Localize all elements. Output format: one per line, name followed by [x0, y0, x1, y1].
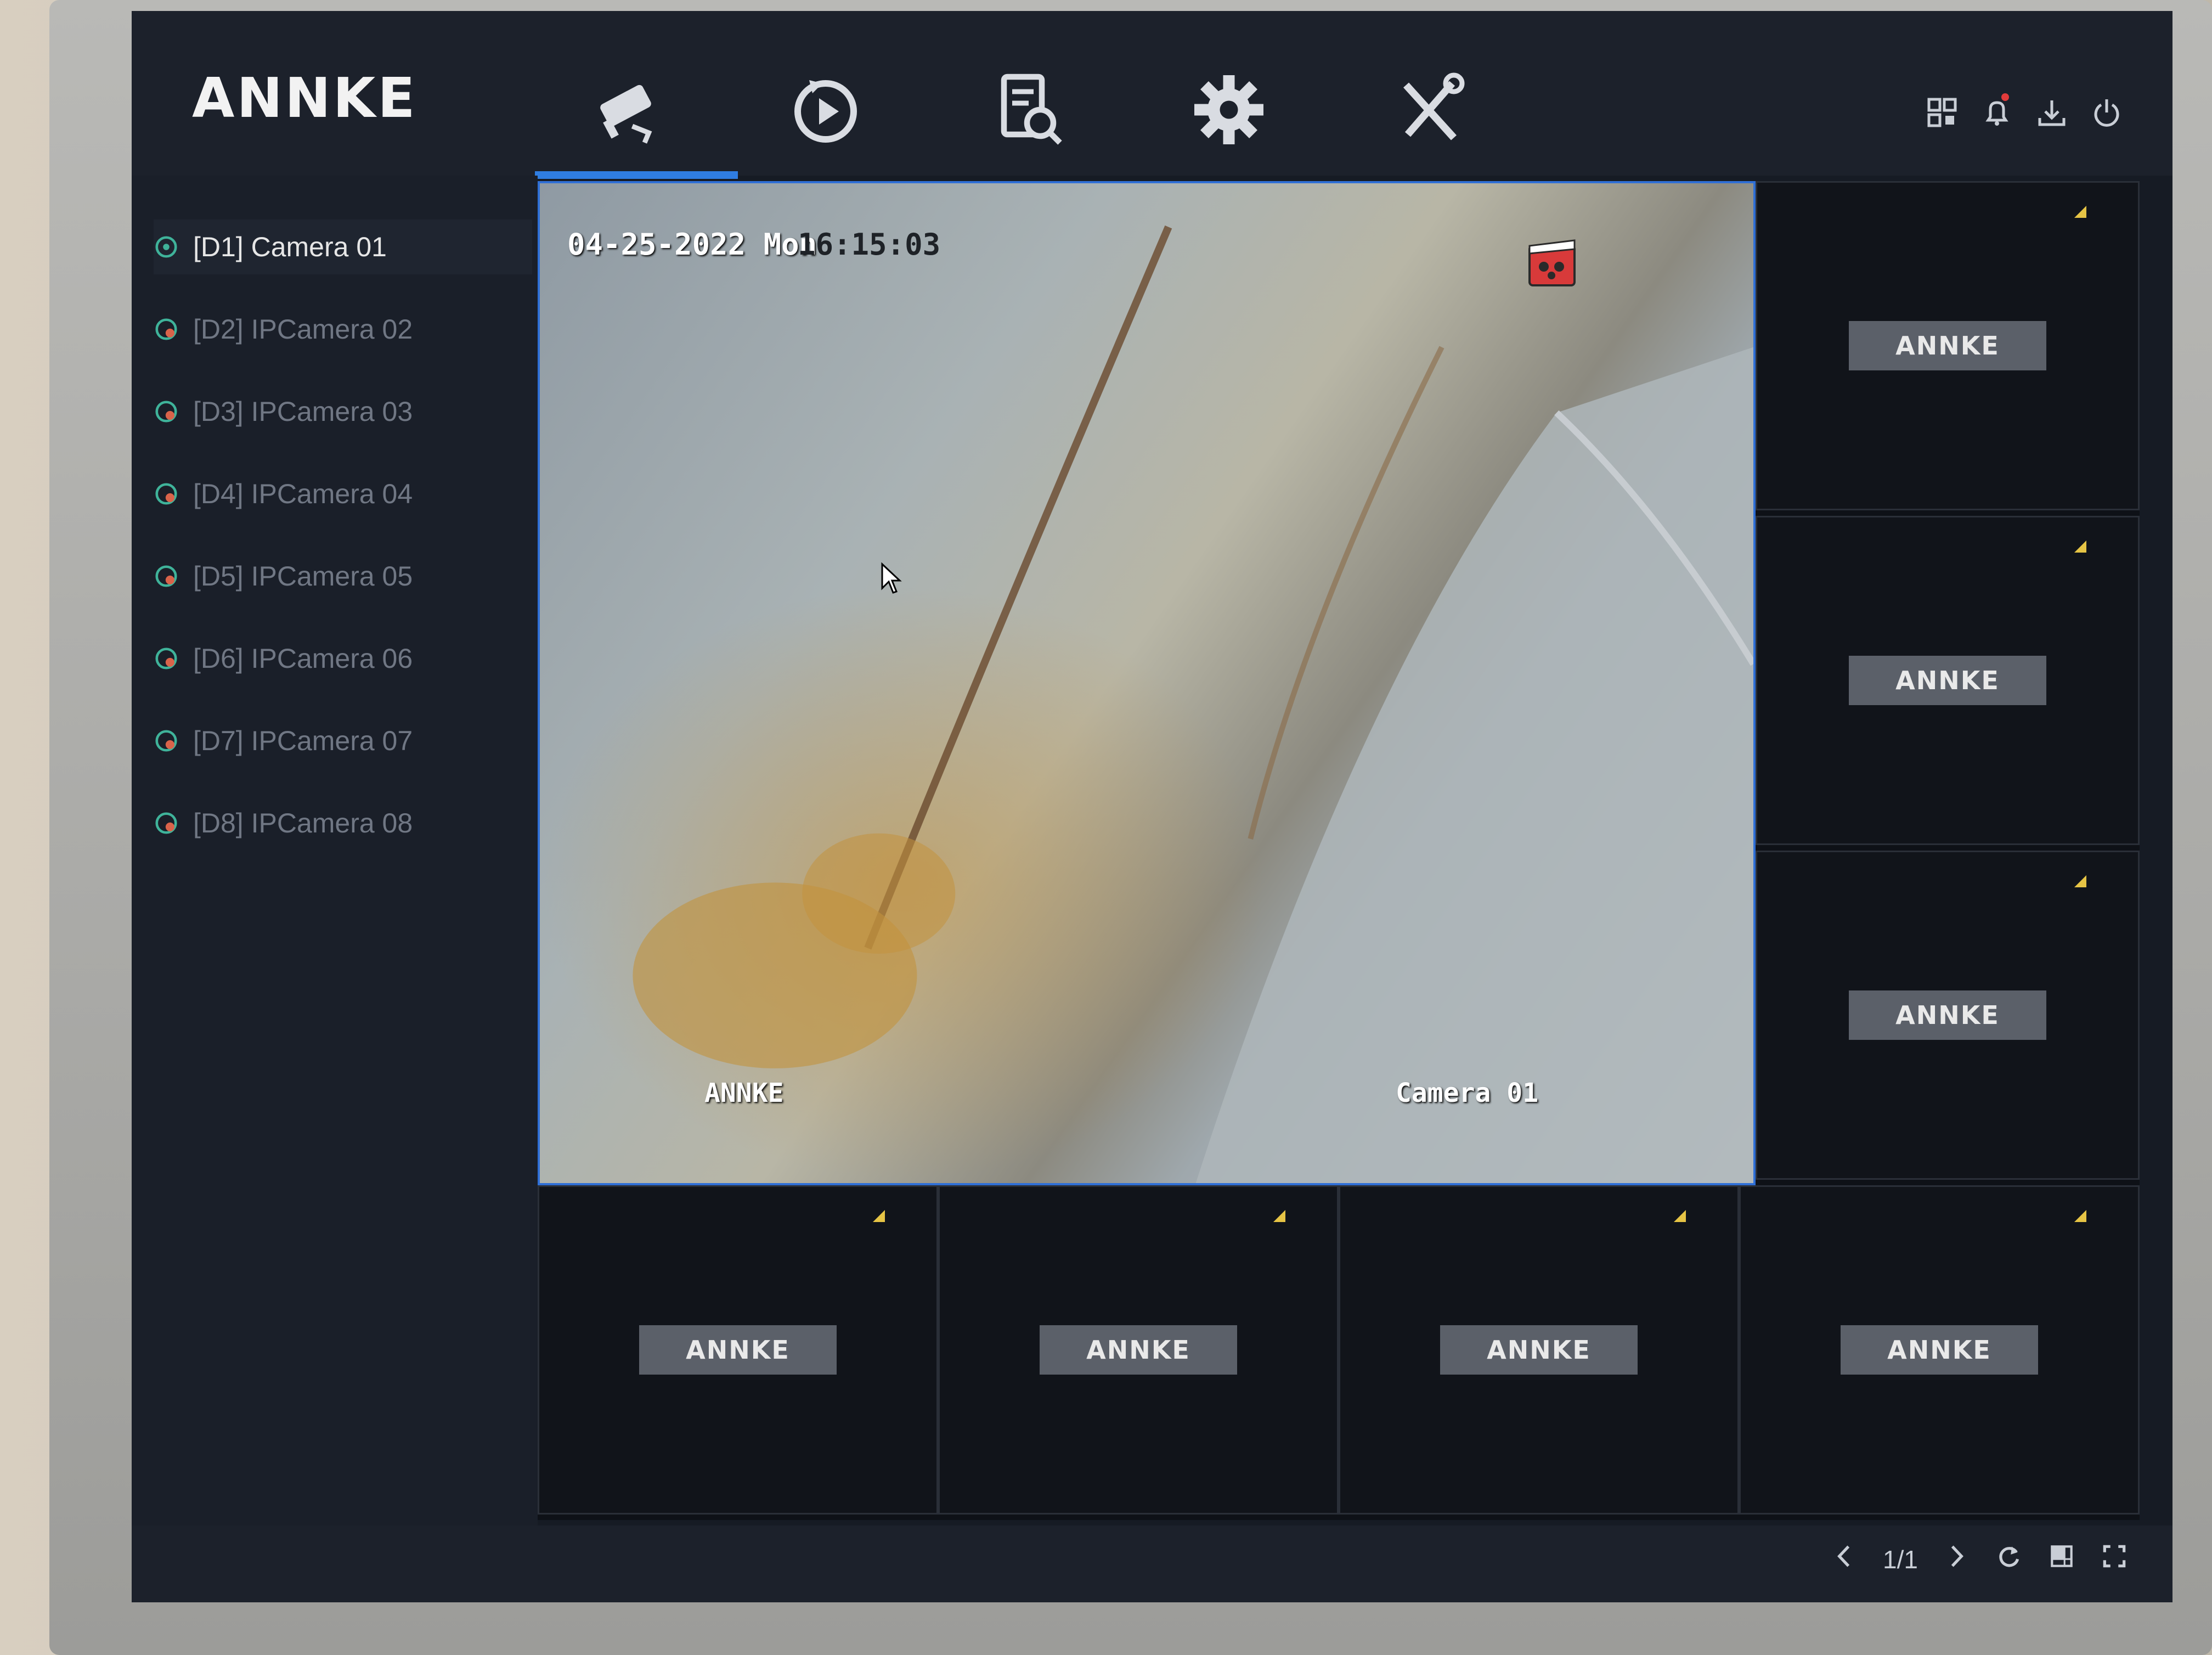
next-page-button[interactable]: [1942, 1542, 1971, 1577]
brand-plate: ANNKE: [639, 1325, 837, 1375]
tab-maintenance[interactable]: [1363, 44, 1495, 176]
playback-icon: [794, 80, 857, 143]
camera-offline-icon: [155, 565, 177, 587]
layout-button[interactable]: [2047, 1542, 2076, 1577]
brand-plate: ANNKE: [1849, 656, 2046, 705]
camera-item-d5[interactable]: [D5] IPCamera 05: [154, 549, 532, 604]
no-signal-icon: [1674, 1210, 1686, 1222]
power-icon: [2094, 99, 2119, 127]
no-signal-icon: [2074, 541, 2086, 553]
tab-playback[interactable]: [760, 44, 891, 176]
search-file-icon: [1001, 74, 1062, 145]
previous-page-button[interactable]: [1830, 1542, 1859, 1577]
alarm-button[interactable]: [1980, 93, 2013, 132]
camera-label: [D5] IPCamera 05: [193, 561, 413, 592]
camera-offline-icon: [155, 730, 177, 752]
camera-tile-d8[interactable]: ANNKE: [1739, 1185, 2140, 1515]
refresh-icon: [1999, 1546, 2019, 1567]
download-button[interactable]: [2035, 93, 2068, 132]
layout-icon: [2051, 1545, 2073, 1567]
camera-label: [D7] IPCamera 07: [193, 725, 413, 756]
bell-icon: [1985, 101, 2008, 126]
live-view-grid: 04-25-2022 Mon 16:15:03 ANNKE Camera 01 …: [538, 181, 2140, 1520]
annke-logo: ANNKE: [192, 66, 417, 130]
tools-icon: [1403, 72, 1465, 140]
alarm-indicator: [2001, 93, 2009, 101]
pager-controls: 1/1: [1830, 1542, 2129, 1577]
system-icons: [1926, 93, 2123, 132]
camera-offline-icon: [155, 401, 177, 423]
tab-search[interactable]: [963, 44, 1094, 176]
brand-plate: ANNKE: [1849, 321, 2046, 370]
chevron-left-icon: [1837, 1545, 1850, 1567]
camera-tile-d5[interactable]: ANNKE: [538, 1185, 938, 1515]
osd-date: 04-25-2022 Mon: [567, 227, 817, 262]
camera-label: [D1] Camera 01: [193, 232, 387, 262]
camera-status-icon: [155, 236, 177, 258]
camera-offline-icon: [155, 483, 177, 505]
qr-code-icon: [1927, 98, 1957, 127]
chevron-right-icon: [1951, 1545, 1963, 1567]
fullscreen-button[interactable]: [2100, 1542, 2129, 1577]
qr-code-button[interactable]: [1926, 93, 1959, 132]
no-signal-icon: [1273, 1210, 1285, 1222]
record-icon: [1528, 239, 1576, 286]
camera-item-d7[interactable]: [D7] IPCamera 07: [154, 713, 532, 768]
brand-plate: ANNKE: [1440, 1325, 1638, 1375]
camera-label: [D4] IPCamera 04: [193, 479, 413, 509]
camera-label: [D6] IPCamera 06: [193, 643, 413, 674]
camera-item-d4[interactable]: [D4] IPCamera 04: [154, 466, 532, 521]
camera-item-d3[interactable]: [D3] IPCamera 03: [154, 384, 532, 439]
fullscreen-icon: [2103, 1545, 2126, 1568]
camera-list: [D1] Camera 01 [D2] IPCamera 02 [D3] IPC…: [132, 176, 538, 1602]
brand-plate: ANNKE: [1841, 1325, 2038, 1375]
brand-plate: ANNKE: [1849, 990, 2046, 1040]
main-camera-view[interactable]: 04-25-2022 Mon 16:15:03 ANNKE Camera 01: [538, 181, 1756, 1185]
osd-time: 16:15:03: [798, 227, 941, 262]
active-tab-indicator: [535, 171, 738, 179]
camera-tile-d3[interactable]: ANNKE: [1756, 516, 2140, 845]
camera-icon: [600, 85, 652, 144]
camera-offline-icon: [155, 648, 177, 669]
camera-tile-d7[interactable]: ANNKE: [1339, 1185, 1739, 1515]
camera-label: [D8] IPCamera 08: [193, 808, 413, 838]
camera-label: [D2] IPCamera 02: [193, 314, 413, 345]
tab-live-view[interactable]: [562, 44, 694, 176]
camera-tile-d4[interactable]: ANNKE: [1756, 851, 2140, 1180]
osd-brand: ANNKE: [704, 1078, 784, 1108]
camera-item-d8[interactable]: [D8] IPCamera 08: [154, 796, 532, 851]
tab-configuration[interactable]: [1163, 44, 1295, 176]
camera-item-d6[interactable]: [D6] IPCamera 06: [154, 631, 532, 686]
top-bar: ANNKE: [132, 11, 2172, 179]
bottom-bar: 1/1: [132, 1525, 2172, 1602]
page-indicator: 1/1: [1883, 1545, 1918, 1574]
refresh-button[interactable]: [1995, 1542, 2023, 1577]
dvr-screen: ANNKE [D1] Camera 01 [D2] IPCamera 02 [D…: [132, 11, 2172, 1602]
no-signal-icon: [2074, 206, 2086, 218]
power-button[interactable]: [2090, 93, 2123, 132]
gear-icon: [1194, 75, 1263, 144]
brand-plate: ANNKE: [1040, 1325, 1237, 1375]
camera-item-d1[interactable]: [D1] Camera 01: [154, 219, 532, 274]
camera-offline-icon: [155, 812, 177, 834]
camera-feed-image: [633, 225, 1753, 1183]
no-signal-icon: [2074, 1210, 2086, 1222]
mouse-cursor-icon: [881, 562, 902, 594]
camera-tile-d2[interactable]: ANNKE: [1756, 181, 2140, 510]
no-signal-icon: [873, 1210, 885, 1222]
camera-offline-icon: [155, 318, 177, 340]
osd-channel-name: Camera 01: [1396, 1078, 1539, 1108]
camera-item-d2[interactable]: [D2] IPCamera 02: [154, 302, 532, 357]
download-icon: [2038, 100, 2066, 126]
camera-tile-d6[interactable]: ANNKE: [938, 1185, 1339, 1515]
no-signal-icon: [2074, 875, 2086, 887]
camera-label: [D3] IPCamera 03: [193, 396, 413, 427]
